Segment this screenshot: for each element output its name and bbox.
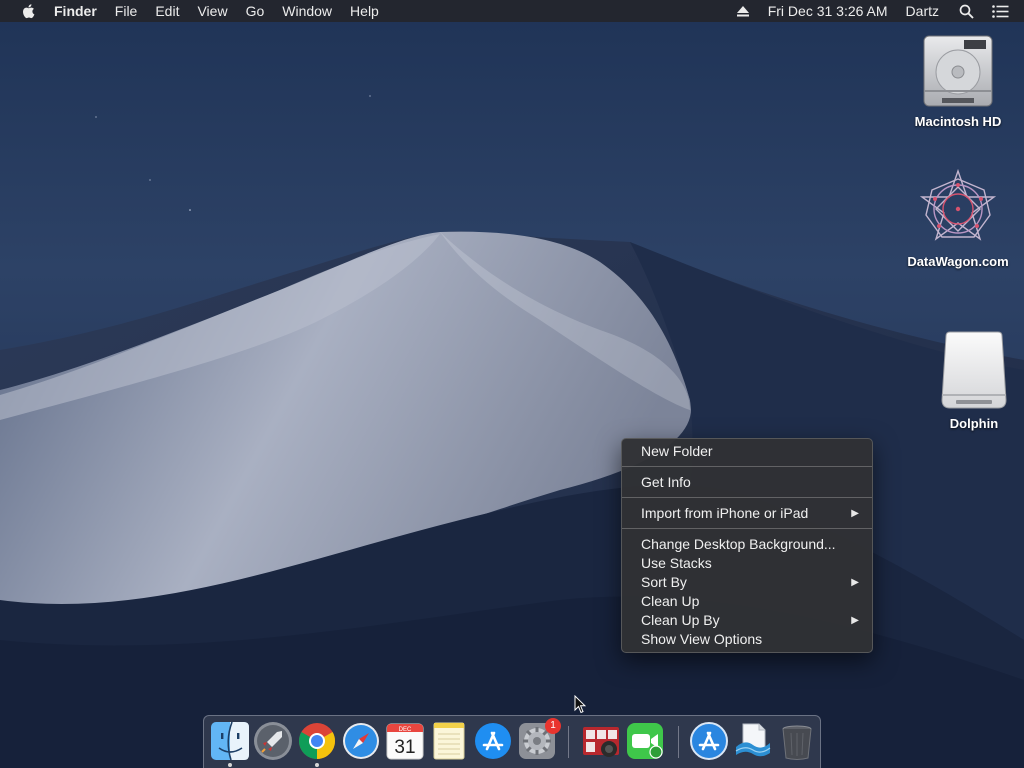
menu-item-label: Sort By (641, 574, 687, 590)
dock-photo-booth[interactable] (581, 721, 621, 761)
facetime-camera-icon (627, 723, 663, 759)
menu-item-get-info[interactable]: Get Info (622, 473, 872, 492)
running-indicator (228, 763, 232, 767)
mouse-cursor-icon (574, 695, 586, 714)
hard-drive-icon (923, 35, 993, 107)
desktop-icon-macintosh-hd[interactable]: Macintosh HD (898, 32, 1018, 129)
desktop-context-menu: New Folder Get Info Import from iPhone o… (621, 438, 873, 653)
menu-item-change-desktop-background[interactable]: Change Desktop Background... (622, 535, 872, 554)
notes-icon (433, 722, 465, 760)
desktop-icon-datawagon[interactable]: DataWagon.com (898, 168, 1018, 269)
dock-launchpad[interactable] (253, 721, 293, 761)
dock-divider (568, 726, 569, 758)
finder-icon (211, 721, 249, 761)
submenu-arrow-icon: ▶ (851, 615, 859, 626)
notification-badge: 1 (545, 718, 561, 734)
menu-edit[interactable]: Edit (146, 0, 188, 22)
dock: DEC 31 1 (203, 715, 821, 768)
menu-app-finder[interactable]: Finder (51, 0, 106, 22)
calendar-day: 31 (394, 737, 415, 758)
dock-facetime[interactable] (625, 721, 665, 761)
dock-divider (678, 726, 679, 758)
menu-separator (622, 461, 872, 473)
menu-item-import-from-iphone[interactable]: Import from iPhone or iPad ▶ (622, 504, 872, 523)
menu-item-use-stacks[interactable]: Use Stacks (622, 554, 872, 573)
menu-item-clean-up-by[interactable]: Clean Up By ▶ (622, 611, 872, 630)
dock-chrome[interactable] (297, 721, 337, 761)
menu-file[interactable]: File (106, 0, 147, 22)
photo-booth-icon (583, 727, 619, 757)
menubar-clock[interactable]: Fri Dec 31 3:26 AM (760, 0, 896, 22)
menu-separator (622, 492, 872, 504)
desktop-wallpaper[interactable] (0, 0, 1024, 768)
dock-trash[interactable] (777, 721, 817, 761)
calendar-month: DEC (399, 727, 412, 733)
calendar-icon: DEC 31 (386, 723, 424, 760)
dock-calendar[interactable]: DEC 31 (385, 721, 425, 761)
safari-compass-icon (343, 723, 379, 759)
notification-center-icon[interactable] (990, 0, 1010, 22)
dock-finder[interactable] (210, 721, 250, 761)
rocket-icon (254, 722, 292, 760)
menu-window[interactable]: Window (273, 0, 341, 22)
menu-view[interactable]: View (188, 0, 236, 22)
dock-documents-stack[interactable] (733, 721, 773, 761)
dock-app-store[interactable] (473, 721, 513, 761)
geometric-star-icon (919, 168, 997, 241)
trash-icon (782, 725, 812, 760)
applications-folder-icon (690, 722, 728, 760)
running-indicator (315, 763, 319, 767)
external-drive-icon (941, 331, 1007, 409)
desktop-icon-label: Macintosh HD (914, 114, 1002, 129)
spotlight-search-icon[interactable] (956, 0, 976, 22)
menu-bar: Finder File Edit View Go Window Help Fri… (0, 0, 1024, 22)
chrome-icon (298, 723, 336, 759)
menu-item-label: Clean Up By (641, 612, 720, 628)
menu-go[interactable]: Go (237, 0, 274, 22)
menu-item-label: Import from iPhone or iPad (641, 505, 809, 521)
dock-system-preferences[interactable]: 1 (517, 718, 561, 761)
document-stack-icon (735, 723, 771, 757)
app-store-icon (475, 723, 511, 759)
desktop-icon-dolphin[interactable]: Dolphin (914, 330, 1024, 431)
apple-menu-icon[interactable] (17, 0, 39, 22)
dock-notes[interactable] (429, 721, 469, 761)
menubar-user[interactable]: Dartz (896, 0, 949, 22)
desktop-icon-label: Dolphin (949, 416, 999, 431)
submenu-arrow-icon: ▶ (851, 508, 859, 519)
menu-item-clean-up[interactable]: Clean Up (622, 592, 872, 611)
menu-separator (622, 523, 872, 535)
menu-item-new-folder[interactable]: New Folder (622, 442, 872, 461)
menu-item-sort-by[interactable]: Sort By ▶ (622, 573, 872, 592)
menu-item-show-view-options[interactable]: Show View Options (622, 630, 872, 649)
submenu-arrow-icon: ▶ (851, 577, 859, 588)
dock-safari[interactable] (341, 721, 381, 761)
eject-icon[interactable] (733, 0, 753, 22)
dock-applications-folder[interactable] (689, 721, 729, 761)
menu-help[interactable]: Help (341, 0, 388, 22)
desktop-icon-label: DataWagon.com (907, 254, 1009, 269)
